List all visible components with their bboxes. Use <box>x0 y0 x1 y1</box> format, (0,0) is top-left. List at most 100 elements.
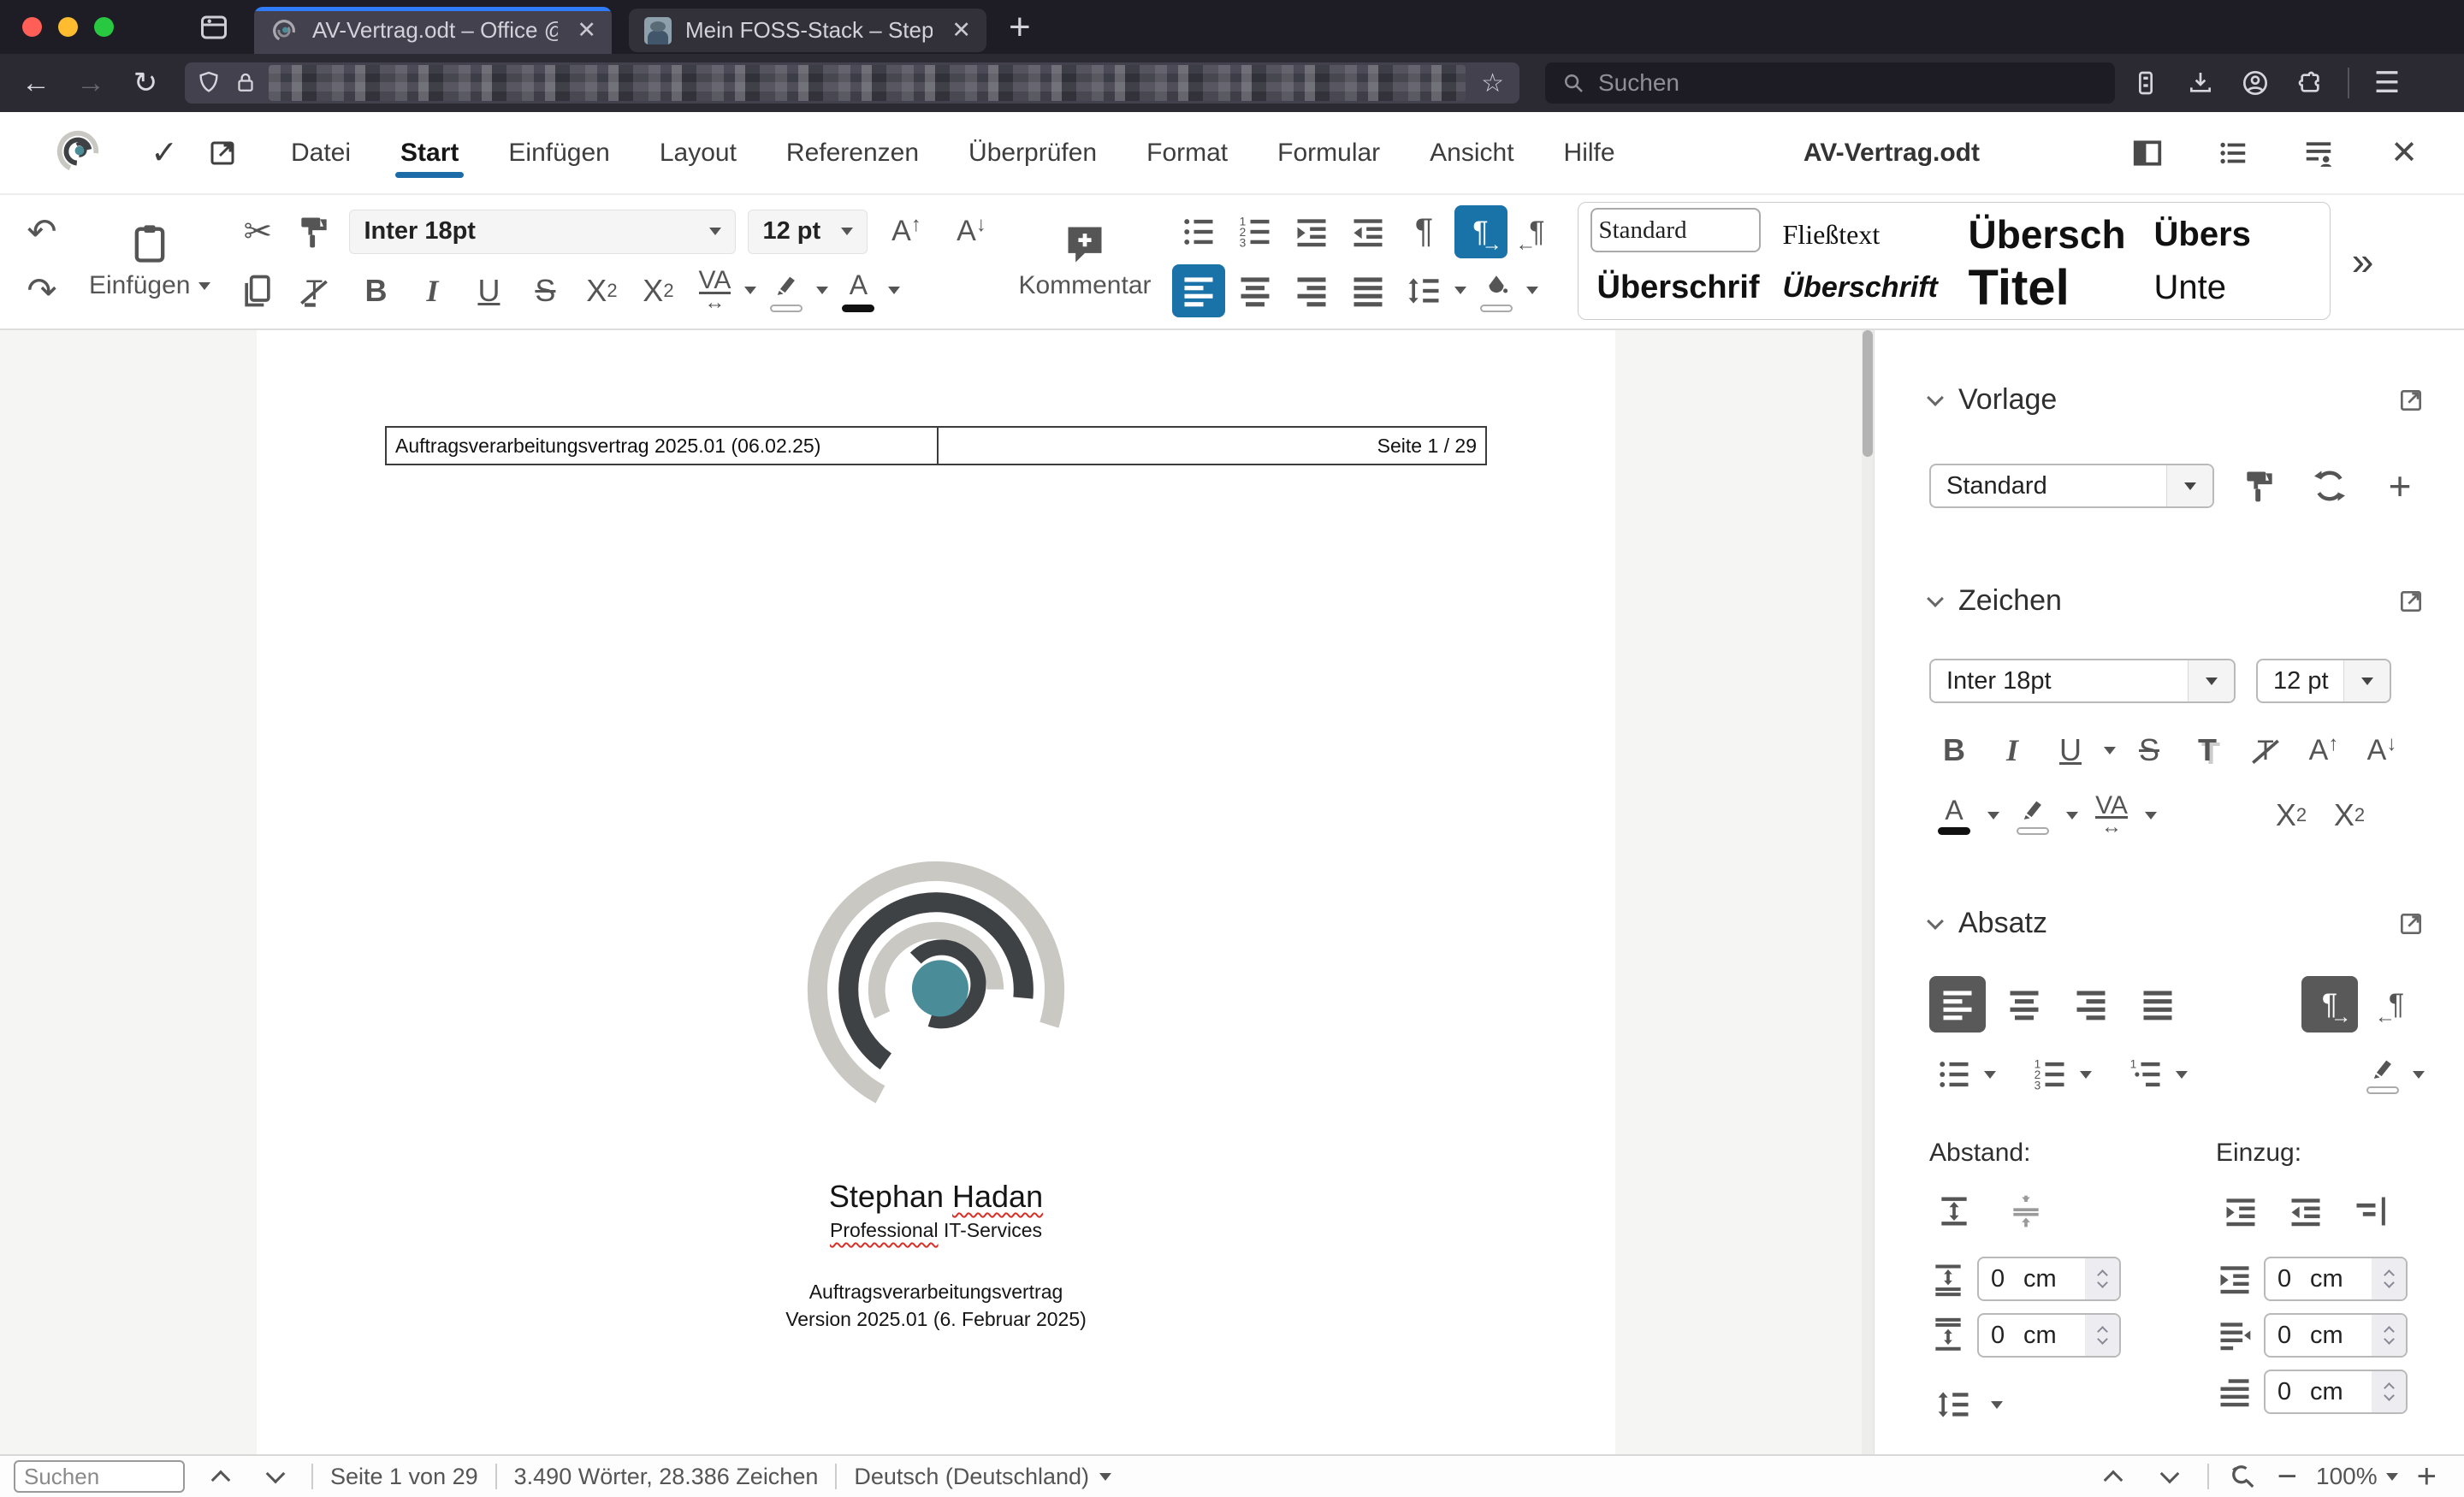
font-name-select[interactable]: Inter 18pt <box>349 209 737 254</box>
increase-indent-button[interactable] <box>1285 205 1338 258</box>
address-bar[interactable]: ☆ <box>185 62 1519 104</box>
paragraph-style-select[interactable]: Standard <box>1929 464 2214 508</box>
menu-ueberpruefen[interactable]: Überprüfen <box>967 127 1099 180</box>
cut-button[interactable]: ✂ <box>231 205 284 258</box>
font-color-button[interactable]: A <box>832 264 885 317</box>
superscript-button[interactable]: X2 <box>631 264 684 317</box>
underline-dropdown-icon[interactable] <box>2104 746 2116 754</box>
sidebar-subscript-button[interactable]: X2 <box>2325 790 2374 840</box>
first-line-indent-field[interactable]: 0 cm <box>2264 1370 2408 1414</box>
sidebar-character-spacing-dropdown-icon[interactable] <box>2145 811 2157 820</box>
vorlage-external-link-icon[interactable] <box>2397 387 2425 414</box>
tab-close-icon[interactable]: ✕ <box>951 17 971 44</box>
download-icon[interactable] <box>2177 62 2224 104</box>
forward-button[interactable]: → <box>67 62 115 104</box>
sidebar-font-color-button[interactable]: A <box>1929 790 1979 840</box>
sidebar-paragraph-background-dropdown-icon[interactable] <box>2413 1070 2425 1079</box>
sidebar-ltr-button[interactable]: ¶ → <box>2301 976 2358 1033</box>
sidebar-font-name-select[interactable]: Inter 18pt <box>1929 659 2236 703</box>
zoom-window-button[interactable] <box>94 17 114 37</box>
clone-formatting-button[interactable] <box>287 205 341 258</box>
browser-search-field[interactable]: Suchen <box>1545 62 2115 104</box>
indent-after-field[interactable]: 0 cm <box>2264 1313 2408 1358</box>
zoom-out-button[interactable]: − <box>2277 1458 2297 1496</box>
stepper[interactable] <box>2372 1371 2406 1412</box>
style-untertitel[interactable]: Unte <box>2147 261 2318 314</box>
firefox-view-icon[interactable] <box>194 8 234 47</box>
menu-start[interactable]: Start <box>395 127 465 180</box>
sidebar-increase-indent-button[interactable] <box>2216 1186 2266 1236</box>
strikethrough-button[interactable]: S <box>518 264 572 317</box>
underline-button[interactable]: U <box>462 264 515 317</box>
sidebar-superscript-button[interactable]: X2 <box>2266 790 2316 840</box>
sidebar-align-center-button[interactable] <box>1996 976 2052 1033</box>
style-ueberschrift-4[interactable]: Überschrift <box>1776 261 1946 314</box>
absatz-external-link-icon[interactable] <box>2397 910 2425 938</box>
stepper[interactable] <box>2085 1315 2119 1356</box>
sidebar-bold-button[interactable]: B <box>1929 725 1979 775</box>
sidebar-numbered-list-button[interactable]: 123 <box>2025 1050 2075 1099</box>
shadow-button[interactable]: T <box>2183 725 2232 775</box>
space-above-field[interactable]: 0 cm <box>1977 1257 2121 1301</box>
hanging-indent-button[interactable] <box>2346 1186 2396 1236</box>
tab-foss-stack[interactable]: Mein FOSS-Stack – Stephan Ha ✕ <box>629 9 986 52</box>
font-size-select[interactable]: 12 pt <box>748 209 868 254</box>
page-indicator[interactable]: Seite 1 von 29 <box>330 1464 478 1490</box>
menu-formular[interactable]: Formular <box>1276 127 1382 180</box>
menu-layout[interactable]: Layout <box>658 127 738 180</box>
chevron-down-icon[interactable] <box>1927 912 1944 930</box>
paragraph-background-dropdown-icon[interactable] <box>1525 287 1538 294</box>
open-in-new-icon[interactable] <box>200 131 245 175</box>
grow-font-button[interactable]: A ↑ <box>880 205 933 258</box>
chevron-down-icon[interactable] <box>1927 589 1944 607</box>
indent-before-field[interactable]: 0 cm <box>2264 1257 2408 1301</box>
new-tab-button[interactable]: + <box>1009 6 1031 49</box>
tab-close-icon[interactable]: ✕ <box>577 17 596 44</box>
scrollbar-thumb[interactable] <box>1863 330 1873 457</box>
comment-button[interactable]: Kommentar <box>1006 202 1163 320</box>
sidebar-clear-formatting-button[interactable]: T <box>2241 725 2290 775</box>
paste-button[interactable]: Einfügen <box>77 202 222 320</box>
sidebar-shrink-font-button[interactable]: A ↓ <box>2357 725 2407 775</box>
search-previous-button[interactable] <box>202 1459 240 1494</box>
sidebar-line-spacing-dropdown-icon[interactable] <box>1991 1400 2003 1409</box>
clone-formatting-sidebar-button[interactable] <box>2235 461 2284 511</box>
chevron-down-icon[interactable] <box>1927 388 1944 406</box>
update-style-icon[interactable] <box>2305 461 2354 511</box>
sidebar-align-justify-button[interactable] <box>2129 976 2186 1033</box>
sidebar-paragraph-background-button[interactable] <box>2358 1050 2408 1099</box>
title-block[interactable]: Stephan Hadan Professional IT-Services A… <box>257 1177 1615 1333</box>
shield-icon[interactable] <box>195 69 222 97</box>
paste-dropdown-icon[interactable] <box>198 281 211 290</box>
character-spacing-button[interactable]: VA ↔ <box>688 264 741 317</box>
close-window-button[interactable] <box>22 17 42 37</box>
align-center-button[interactable] <box>1229 264 1282 317</box>
minimize-window-button[interactable] <box>58 17 78 37</box>
style-standard[interactable]: Standard <box>1590 208 1761 252</box>
decrease-spacing-button[interactable] <box>2001 1186 2051 1236</box>
style-ueberschrift-2[interactable]: Übers <box>2147 208 2318 261</box>
subscript-button[interactable]: X2 <box>575 264 628 317</box>
align-right-button[interactable] <box>1285 264 1338 317</box>
menu-einfuegen[interactable]: Einfügen <box>506 127 611 180</box>
increase-spacing-button[interactable] <box>1929 1186 1979 1236</box>
sidebar-character-spacing-button[interactable]: VA ↔ <box>2087 790 2136 840</box>
list-view-icon[interactable] <box>2211 131 2255 175</box>
stepper[interactable] <box>2085 1258 2119 1299</box>
character-spacing-dropdown-icon[interactable] <box>744 287 757 294</box>
style-fliesstext[interactable]: Fließtext <box>1776 208 1946 261</box>
zeichen-external-link-icon[interactable] <box>2397 588 2425 615</box>
sidebar-line-spacing-button[interactable] <box>1929 1380 1979 1429</box>
saved-check-icon[interactable]: ✓ <box>142 131 187 175</box>
stepper[interactable] <box>2372 1315 2406 1356</box>
zoom-in-button[interactable]: + <box>2417 1458 2437 1496</box>
company-logo[interactable] <box>795 849 1077 1131</box>
formatting-marks-button[interactable]: ¶ <box>1398 205 1451 258</box>
sidebar-decrease-indent-button[interactable] <box>2281 1186 2331 1236</box>
sidebar-bullet-list-button[interactable] <box>1929 1050 1979 1099</box>
lock-icon[interactable] <box>233 70 258 96</box>
new-style-button[interactable]: + <box>2375 461 2425 511</box>
language-selector[interactable]: Deutsch (Deutschland) <box>854 1464 1112 1490</box>
style-ueberschrift-1[interactable]: Übersch <box>1962 208 2132 261</box>
outline-list-dropdown-icon[interactable] <box>2176 1070 2188 1079</box>
